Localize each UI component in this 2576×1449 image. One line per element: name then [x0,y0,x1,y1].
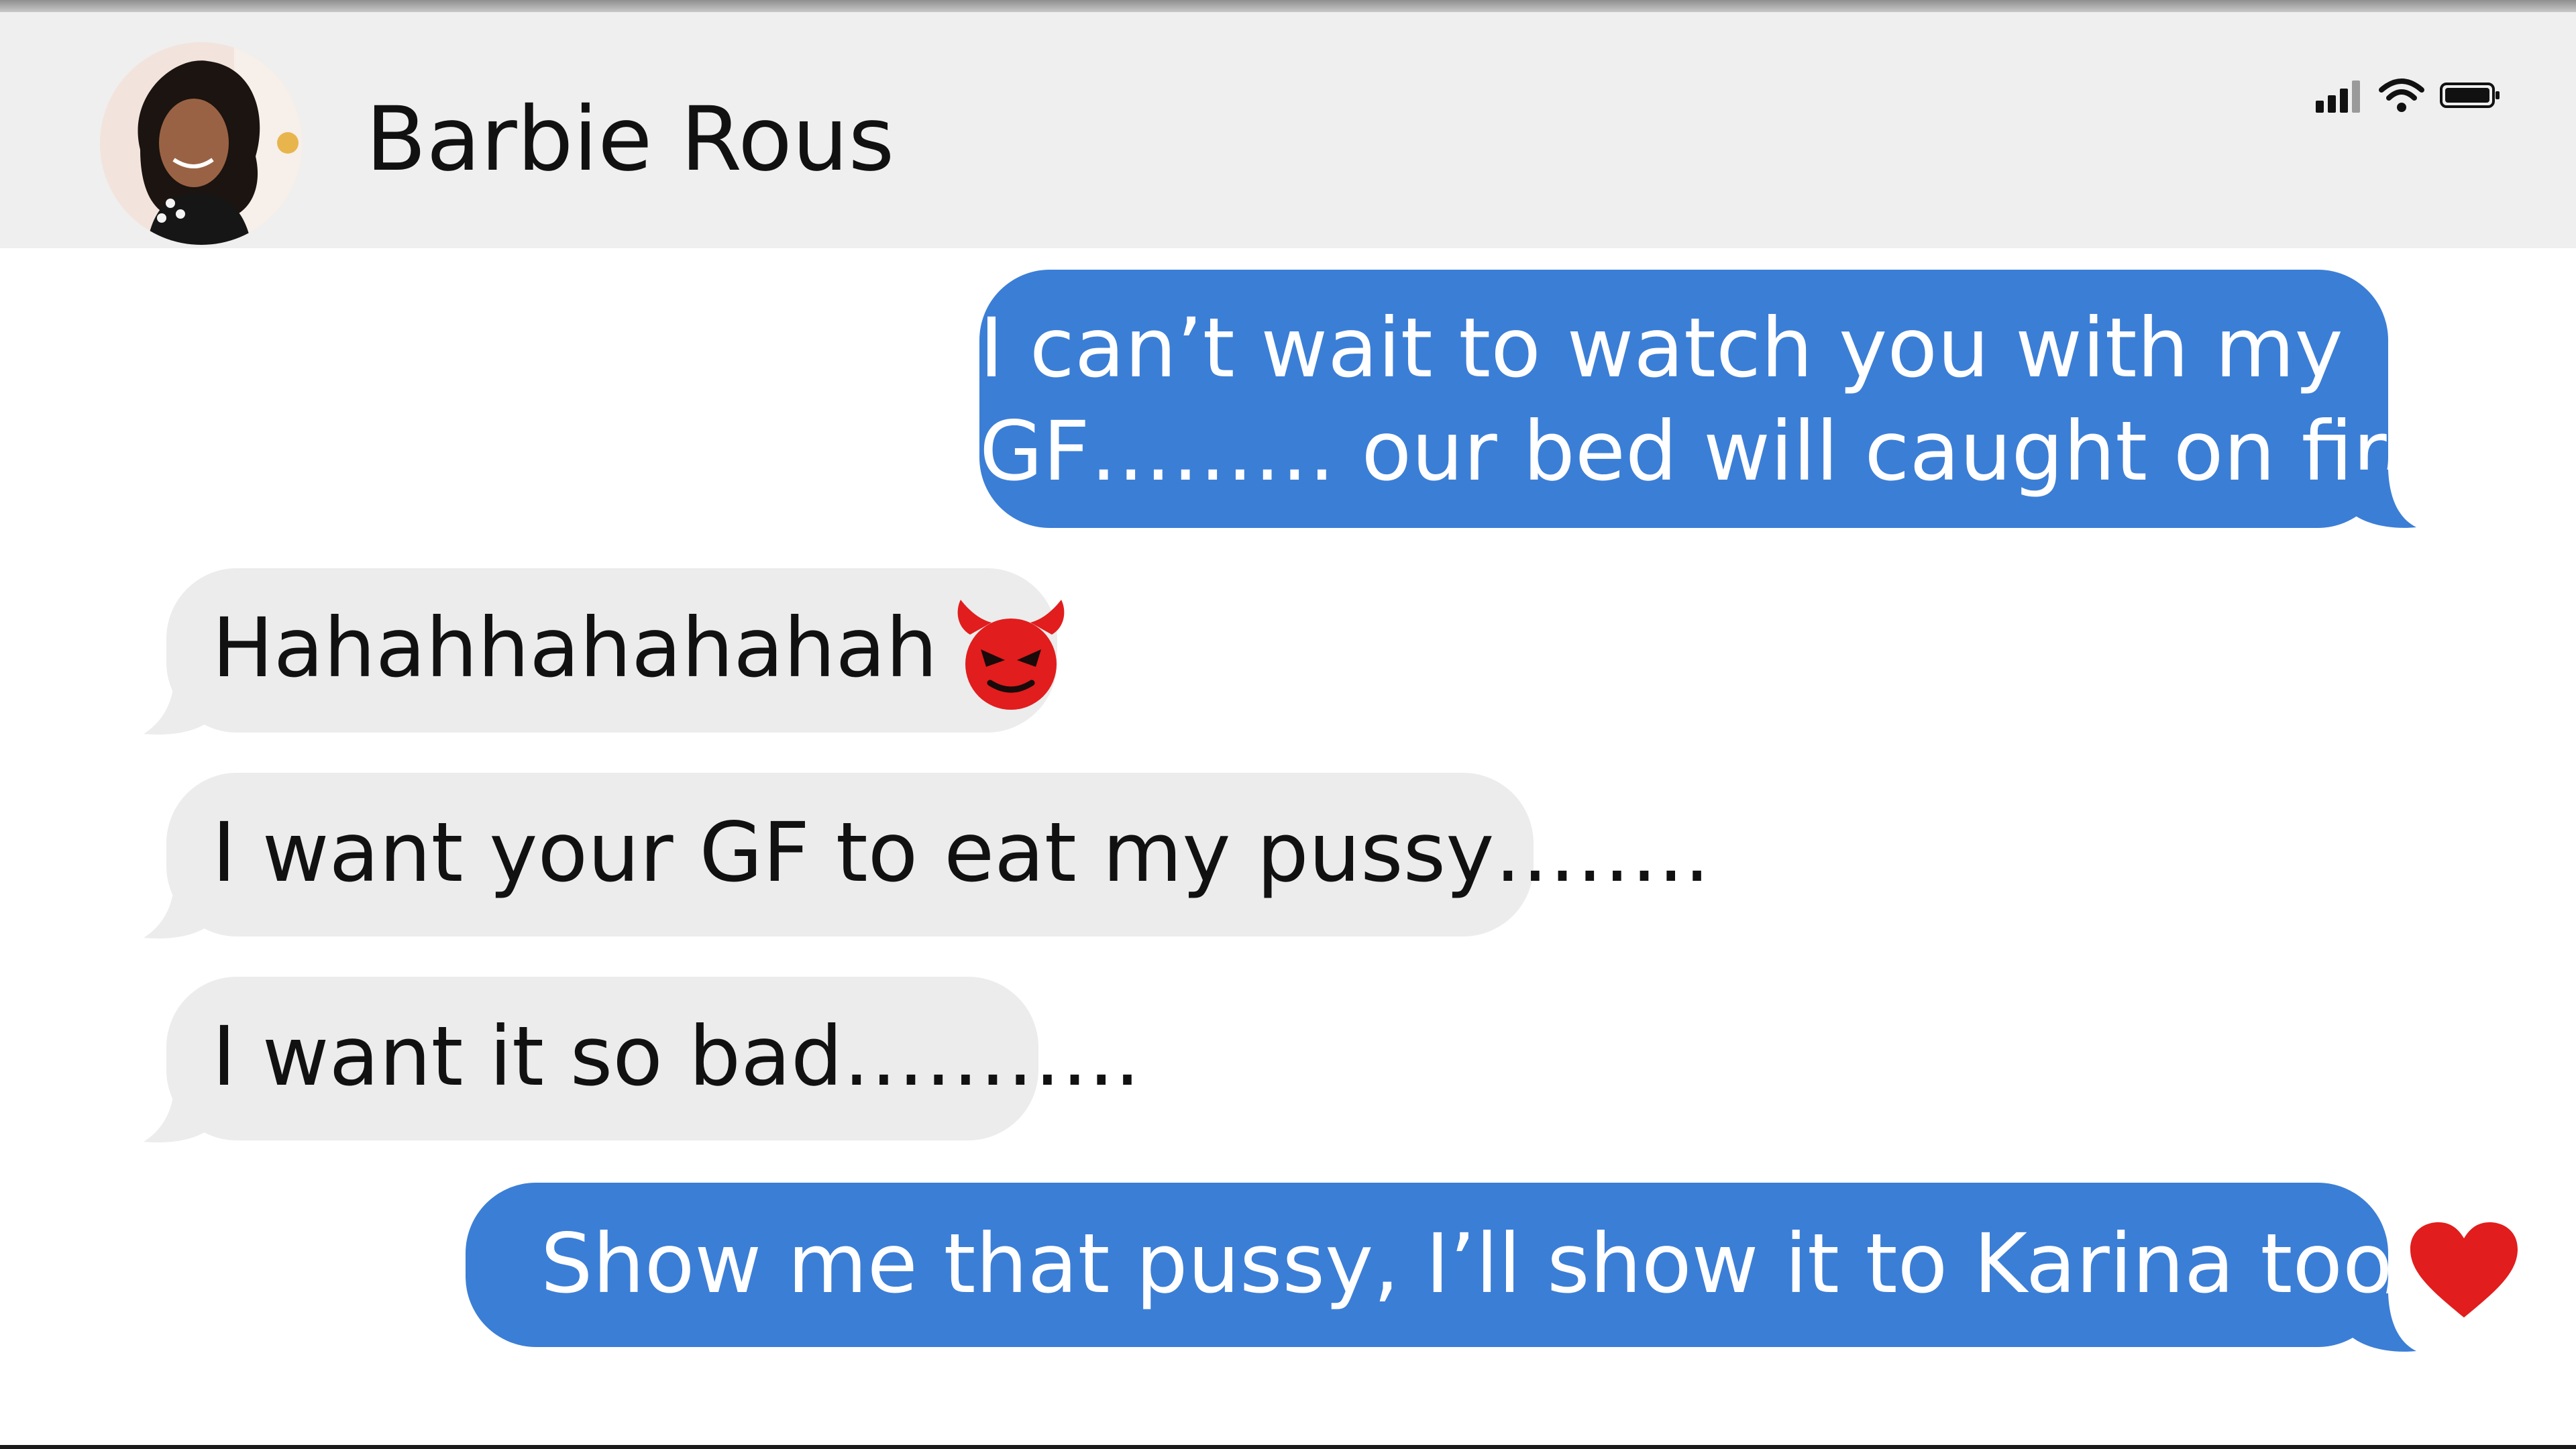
message-bubble-outgoing[interactable]: Show me that pussy, I’ll show it to Kari… [466,1183,2518,1347]
message-bubble-incoming[interactable]: I want it so bad……….. [166,977,1140,1140]
status-bar [2314,76,2502,114]
message-text: Hahahhahahahah [212,600,938,696]
avatar-photo [100,42,303,245]
message-line: GF……… our bed will caught on fire [979,404,2436,499]
contact-avatar[interactable] [100,42,303,245]
message-text: I want your GF to eat my pussy…….. [212,805,1710,900]
bubble-tail [144,678,213,735]
message-line: I can’t wait to watch you with my [979,301,2343,396]
devil-face-icon [957,599,1064,710]
message-bubble-incoming[interactable]: I want your GF to eat my pussy…….. [166,773,1710,936]
bubble-tail [144,1085,213,1142]
conversation-header: Barbie Rous [0,12,2576,248]
red-heart-icon [2410,1222,2518,1318]
message-bubble-outgoing[interactable]: I can’t wait to watch you with my GF……… … [979,270,2436,528]
window-bottom-edge [0,1445,2576,1449]
contact-name[interactable]: Barbie Rous [366,86,894,193]
message-text: I want it so bad……….. [212,1009,1140,1104]
window-top-edge [0,0,2576,12]
bubble-tail [2348,470,2416,528]
wifi-icon [2379,78,2424,112]
battery-icon [2440,83,2500,108]
message-text: Show me that pussy, I’ll show it to Kari… [541,1216,2393,1311]
bubble-tail [144,881,213,938]
cellular-signal-icon [2316,80,2360,113]
message-bubble-incoming[interactable]: Hahahhahahahah [166,568,1064,733]
bubble-tail [2348,1293,2416,1352]
